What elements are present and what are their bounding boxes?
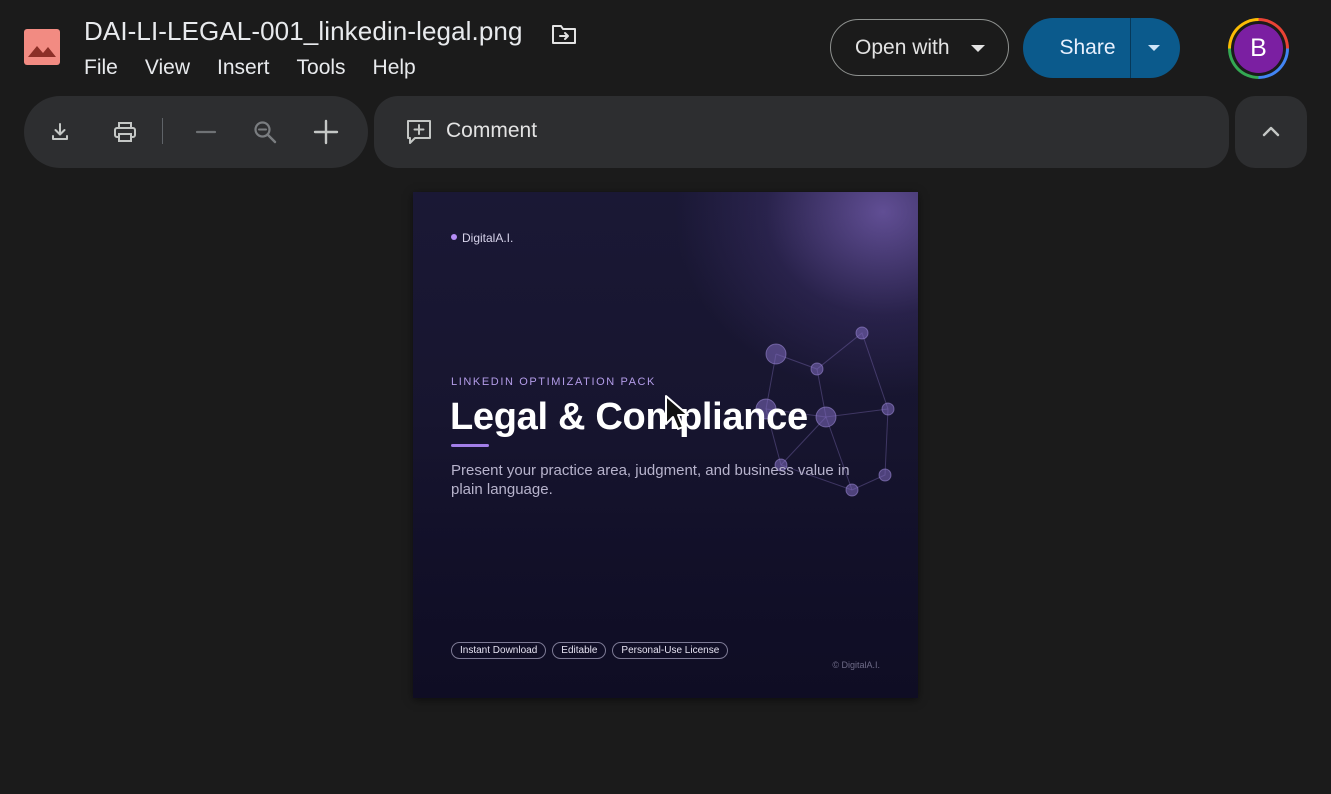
plus-icon (313, 119, 339, 145)
zoom-in-button[interactable] (307, 113, 345, 151)
feature-chips: Instant Download Editable Personal-Use L… (451, 642, 729, 659)
eyebrow-text: LINKEDIN OPTIMIZATION PACK (451, 376, 656, 388)
subtext: Present your practice area, judgment, an… (451, 462, 850, 498)
zoom-reset-button[interactable] (246, 113, 284, 151)
download-icon (52, 123, 68, 140)
download-button[interactable] (41, 113, 79, 151)
copyright-text: © DigitalA.I. (832, 660, 880, 670)
avatar: B (1234, 24, 1283, 73)
menu-help[interactable]: Help (373, 56, 416, 80)
print-icon (114, 122, 136, 142)
brand-logo-text: DigitalA.I. (462, 231, 514, 245)
image-file-icon (24, 29, 60, 65)
file-title[interactable]: DAI-LI-LEGAL-001_linkedin-legal.png (84, 16, 523, 47)
headline: Legal & Compliance (450, 396, 808, 438)
chevron-up-icon (1262, 126, 1280, 137)
add-comment-button[interactable]: Comment (374, 96, 1229, 168)
share-label: Share (1059, 36, 1116, 59)
viewer-toolbar (24, 96, 368, 168)
collapse-toolbar-button[interactable] (1235, 96, 1307, 168)
toolbar-divider (162, 118, 163, 144)
account-avatar-button[interactable]: B (1228, 18, 1289, 79)
menu-bar: File View Insert Tools Help (84, 56, 443, 80)
share-options-button[interactable] (1131, 18, 1180, 78)
chevron-down-icon (971, 45, 985, 52)
move-to-folder-icon[interactable] (550, 22, 578, 46)
menu-view[interactable]: View (145, 56, 190, 80)
zoom-icon (254, 121, 277, 144)
menu-file[interactable]: File (84, 56, 118, 80)
open-with-button[interactable]: Open with (830, 19, 1009, 76)
chip: Editable (552, 642, 607, 659)
share-button-group: Share (1023, 18, 1180, 78)
brand-dot (451, 234, 457, 240)
minus-icon (195, 130, 217, 134)
mouse-cursor-icon (665, 395, 689, 430)
chip: Personal-Use License (612, 642, 729, 659)
menu-tools[interactable]: Tools (297, 56, 346, 80)
menu-insert[interactable]: Insert (217, 56, 270, 80)
zoom-out-button[interactable] (187, 113, 225, 151)
open-with-label: Open with (855, 35, 950, 59)
chevron-down-icon (1148, 45, 1160, 51)
chip: Instant Download (451, 642, 547, 659)
share-button[interactable]: Share (1023, 18, 1130, 78)
headline-underline (451, 444, 489, 447)
add-comment-icon (407, 120, 431, 144)
image-preview: DigitalA.I. LINKEDIN OPTIMIZATION PACK L… (413, 192, 918, 698)
print-button[interactable] (106, 113, 144, 151)
comment-label: Comment (446, 119, 538, 142)
